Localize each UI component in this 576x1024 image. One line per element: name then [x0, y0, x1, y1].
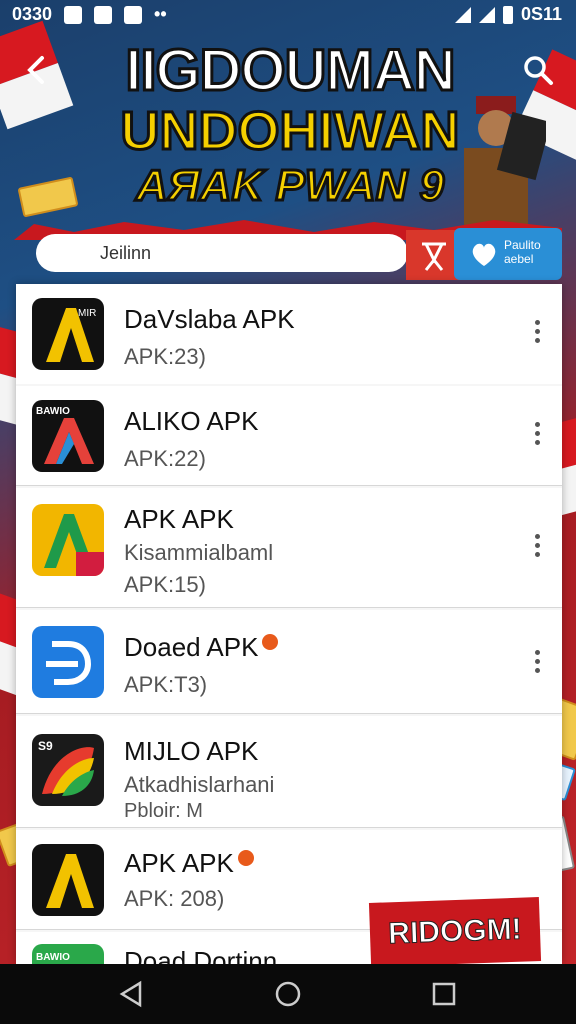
- app-icon-label: BAWIO: [36, 952, 70, 963]
- banner-line-1: IIGDOUMAN: [124, 38, 457, 103]
- search-row: Jeilinn Paulito aebel: [14, 220, 562, 284]
- search-input[interactable]: Jeilinn: [36, 234, 408, 272]
- banner-line-3: AЯAK PWAN 9: [134, 160, 445, 212]
- app-title: ALIKO APK: [124, 406, 259, 436]
- app-meta: Pbloir: M: [124, 800, 203, 822]
- back-button[interactable]: [20, 52, 56, 88]
- promo-label-2: aebel: [504, 252, 534, 266]
- banner-line-2: UNDOHIWAN: [119, 101, 461, 162]
- hot-badge-icon: [237, 850, 254, 866]
- app-icon: [32, 844, 104, 916]
- app-icon: [32, 626, 104, 698]
- promo-ribbon: RIDOGM!: [368, 897, 542, 967]
- app-meta: APK: 208): [124, 886, 225, 911]
- list-item[interactable]: BAWIO ALIKO APK APK:22): [16, 386, 562, 486]
- app-title: DaVslaba APK: [124, 304, 295, 334]
- app-meta: APK:T3): [124, 672, 208, 697]
- list-item[interactable]: Doaed APK APK:T3): [16, 610, 562, 714]
- list-item[interactable]: MIR DaVslaba APK APK:23): [16, 284, 562, 384]
- app-icon-label: MIR: [78, 308, 96, 319]
- app-icon: BAWIO: [32, 944, 104, 964]
- back-arrow-icon: [27, 56, 44, 84]
- signal-icon: [478, 6, 495, 23]
- nav-recents-button[interactable]: [430, 980, 458, 1008]
- app-title: Doaed APK: [124, 632, 259, 662]
- status-right-text: 0S11: [520, 4, 562, 24]
- app-meta: APK:22): [124, 446, 206, 471]
- nav-home-icon: [275, 981, 301, 1007]
- search-button[interactable]: [520, 52, 556, 88]
- app-title: MIJLO APK: [124, 736, 259, 766]
- more-notifications-icon: ••: [154, 4, 167, 24]
- status-time: 0330: [12, 4, 53, 24]
- notification-icon: [64, 5, 83, 24]
- app-icon-label: BAWIO: [36, 406, 70, 417]
- nav-back-icon: [119, 980, 142, 1008]
- app-list: MIR DaVslaba APK APK:23) BAWIO ALIKO APK…: [16, 284, 562, 964]
- app-extra: Kisammialbaml: [124, 540, 274, 565]
- nav-home-button[interactable]: [274, 980, 302, 1008]
- promo-label-1: Paulito: [504, 238, 541, 252]
- person-illustration: [464, 96, 546, 231]
- more-options-button[interactable]: [534, 320, 542, 346]
- app-meta: APK:23): [124, 344, 206, 369]
- app-title: APK APK: [124, 848, 234, 878]
- more-options-button[interactable]: [534, 650, 542, 676]
- wifi-icon: [454, 6, 471, 23]
- app-title-wrap: Doaed APK: [124, 632, 279, 663]
- app-icon: S9: [32, 734, 104, 806]
- list-item[interactable]: APK APK Kisammialbaml APK:15): [16, 488, 562, 608]
- app-icon: BAWIO: [32, 400, 104, 472]
- app-title-wrap: APK APK: [124, 848, 254, 879]
- notification-icon: [124, 5, 143, 24]
- app-extra: Atkadhislarhani: [124, 772, 275, 797]
- app-icon: [32, 504, 104, 576]
- nav-back-button[interactable]: [118, 980, 146, 1008]
- heart-icon: [472, 243, 496, 266]
- nav-recents-icon: [432, 982, 456, 1006]
- navigation-bar: [0, 964, 576, 1024]
- promo-button[interactable]: Paulito aebel: [454, 228, 562, 280]
- app-icon: MIR: [32, 298, 104, 370]
- hot-badge-icon: [262, 634, 279, 650]
- more-options-button[interactable]: [534, 534, 542, 560]
- more-options-button[interactable]: [534, 422, 542, 448]
- battery-icon: [502, 5, 513, 24]
- search-icon: [524, 56, 553, 85]
- app-icon-label: S9: [38, 739, 53, 753]
- app-title: Doad Dortinn: [124, 946, 278, 964]
- status-bar: 0330 •• 0S11: [0, 0, 576, 30]
- app-meta: APK:15): [124, 572, 206, 597]
- notification-icon: [94, 5, 113, 24]
- header-banner: IIGDOUMAN UNDOHIWAN AЯAK PWAN 9: [70, 38, 510, 212]
- app-title: APK APK: [124, 504, 234, 534]
- list-item[interactable]: S9 MIJLO APK Atkadhislarhani Pbloir: M: [16, 716, 562, 828]
